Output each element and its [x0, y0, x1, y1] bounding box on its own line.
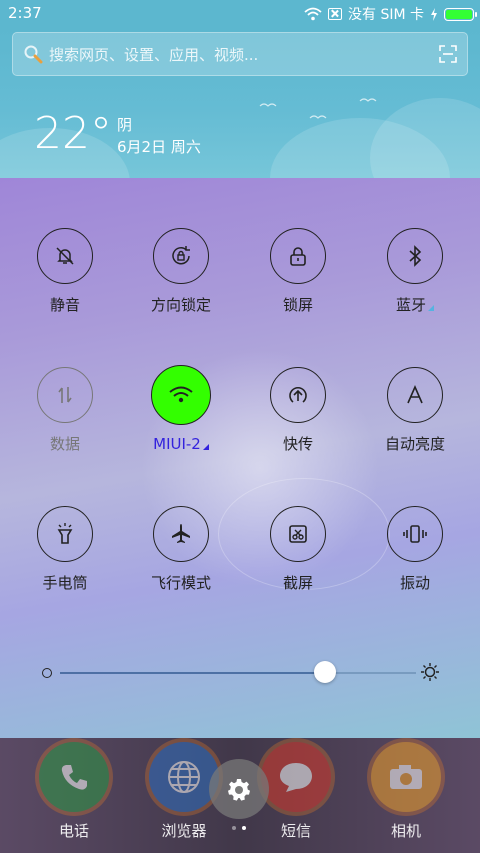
- flashlight-icon: [37, 506, 93, 562]
- tile-label: 蓝牙: [360, 294, 470, 315]
- screenshot-icon: [270, 506, 326, 562]
- tile-airplane-mode[interactable]: 飞行模式: [126, 506, 236, 616]
- status-icons: 没有 SIM 卡: [304, 4, 477, 24]
- page-indicator: [232, 826, 246, 830]
- tile-quick-transfer[interactable]: 快传: [243, 367, 353, 477]
- brightness-high-icon: [421, 663, 439, 681]
- birds-decoration: [259, 98, 377, 119]
- scan-icon[interactable]: [439, 45, 457, 63]
- page-dot-active: [242, 826, 246, 830]
- vibrate-icon: [387, 506, 443, 562]
- camera-icon: [371, 742, 441, 812]
- settings-button[interactable]: [209, 759, 269, 819]
- header: 搜索网页、设置、应用、视频... 22° 阴 6月2日 周六: [0, 28, 480, 178]
- brightness-track[interactable]: [60, 661, 416, 683]
- weather-condition: 阴: [117, 116, 133, 134]
- wifi-icon: [151, 365, 211, 425]
- search-placeholder: 搜索网页、设置、应用、视频...: [49, 46, 259, 64]
- temperature[interactable]: 22°: [34, 108, 112, 159]
- page-dot: [232, 826, 236, 830]
- search-icon: [24, 45, 43, 64]
- tile-mobile-data[interactable]: 数据: [10, 367, 120, 477]
- tile-bluetooth[interactable]: 蓝牙: [360, 228, 470, 338]
- gear-icon: [228, 779, 250, 801]
- more-indicator-icon: [202, 444, 209, 450]
- bluetooth-icon: [387, 228, 443, 284]
- tile-label: 数据: [49, 435, 80, 453]
- phone-icon: [39, 742, 109, 812]
- quick-transfer-icon: [270, 367, 326, 423]
- more-indicator-icon: [428, 305, 434, 311]
- tile-label: 振动: [399, 574, 430, 592]
- auto-brightness-icon: [387, 367, 443, 423]
- silent-bell-icon: [37, 228, 93, 284]
- tile-label: 快传: [282, 435, 313, 453]
- search-bar[interactable]: 搜索网页、设置、应用、视频...: [12, 32, 468, 76]
- tile-flashlight[interactable]: 手电筒: [10, 506, 120, 616]
- dock-app-phone[interactable]: 电话: [34, 742, 114, 841]
- charging-icon: [431, 7, 437, 21]
- tile-screenshot[interactable]: 截屏: [243, 506, 353, 616]
- rotation-lock-icon: [153, 228, 209, 284]
- cloud-decoration: [370, 98, 480, 178]
- no-sim-icon: [328, 8, 342, 20]
- carrier-text: 没有 SIM 卡: [348, 7, 424, 23]
- tile-lock-screen[interactable]: 锁屏: [243, 228, 353, 338]
- tile-label: 截屏: [282, 574, 313, 592]
- status-bar: 2:37 没有 SIM 卡: [0, 0, 480, 28]
- app-label: 相机: [390, 822, 421, 840]
- brightness-thumb[interactable]: [313, 661, 336, 683]
- tile-label: 锁屏: [282, 296, 313, 314]
- messages-icon: [261, 742, 331, 812]
- weather-info[interactable]: 阴 6月2日 周六: [117, 114, 201, 158]
- browser-icon: [149, 742, 219, 812]
- tile-auto-brightness[interactable]: 自动亮度: [360, 367, 470, 477]
- brightness-low-icon: [42, 668, 52, 678]
- tile-silent[interactable]: 静音: [10, 228, 120, 338]
- airplane-icon: [153, 506, 209, 562]
- tile-label: MIUI-2: [126, 435, 236, 453]
- tile-label: 手电筒: [42, 574, 88, 592]
- dock-app-camera[interactable]: 相机: [366, 742, 446, 841]
- tile-wifi[interactable]: MIUI-2: [126, 365, 236, 475]
- app-label: 电话: [58, 822, 89, 840]
- control-panel: 静音 方向锁定 锁屏 蓝牙 数据 MIUI-2 快传 自动亮度 手电筒 飞行模式…: [0, 178, 480, 738]
- brightness-fill: [60, 672, 325, 674]
- app-label: 浏览器: [161, 822, 207, 840]
- tile-vibrate[interactable]: 振动: [360, 506, 470, 616]
- battery-icon: [444, 7, 477, 21]
- mobile-data-icon: [37, 367, 93, 423]
- tile-rotation-lock[interactable]: 方向锁定: [126, 228, 236, 338]
- weather-date: 6月2日 周六: [117, 138, 201, 156]
- tile-label: 飞行模式: [150, 574, 211, 592]
- app-label: 短信: [280, 822, 311, 840]
- lock-icon: [270, 228, 326, 284]
- wifi-status-icon: [304, 7, 322, 21]
- tile-label: 自动亮度: [384, 435, 445, 453]
- tile-label: 方向锁定: [150, 296, 211, 314]
- tile-label: 静音: [49, 296, 80, 314]
- status-time: 2:37: [8, 4, 42, 22]
- brightness-slider[interactable]: [40, 658, 440, 688]
